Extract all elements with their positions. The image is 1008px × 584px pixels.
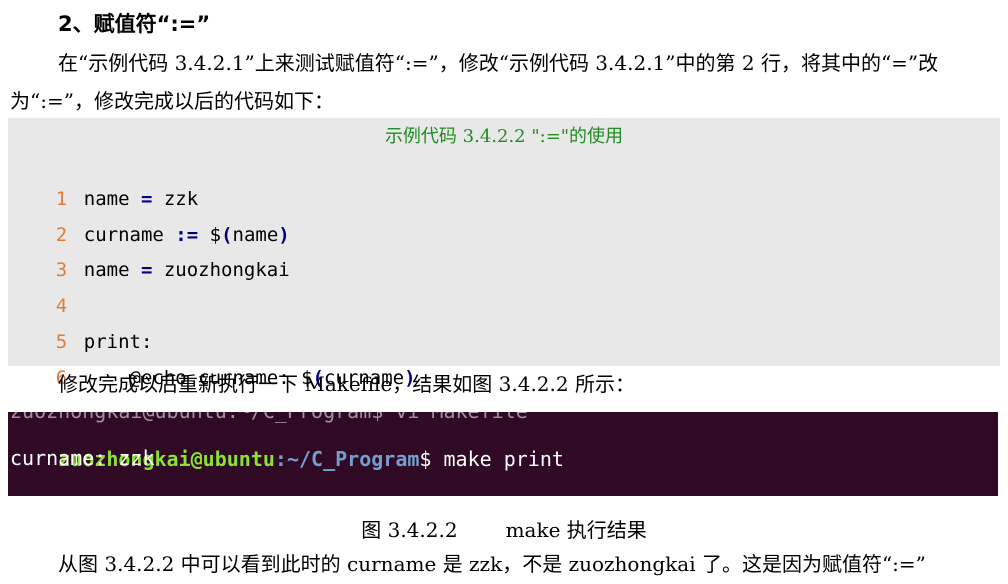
code-line: 3 name = zuozhongkai	[8, 225, 1000, 281]
intro-paragraph: 在“示例代码 3.4.2.1”上来测试赋值符“:=”，修改“示例代码 3.4.2…	[10, 51, 939, 113]
code-example: 示例代码 3.4.2.2 ":="的使用 1 name = zzk 2 curnam…	[8, 118, 1000, 389]
code-line: 2 curname := $(name)	[8, 190, 1000, 246]
terminal-prompt-line: zuozhongkai@ubuntu:~/C_Program$	[10, 470, 456, 496]
terminal-prompt-symbol: $	[419, 447, 432, 471]
terminal-path: :~/C_Program	[274, 447, 420, 471]
code-line: 4	[8, 261, 1000, 317]
terminal-screenshot: zuozhongkai@ubuntu:~/C_Program$ vi Makef…	[8, 412, 998, 496]
terminal-prompt-line: zuozhongkai@ubuntu:~/C_Program$ make pri…	[10, 420, 564, 471]
code-title: 示例代码 3.4.2.2 ":="的使用	[384, 126, 624, 147]
result-paragraph: 修改完成以后重新执行一下 Makefile，结果如图 3.4.2.2 所示：	[58, 372, 635, 396]
code-line: 1 name = zzk	[8, 154, 1000, 210]
code-line: 6 @echo curname: $(curname)	[8, 333, 1000, 389]
section-heading: 2、赋值符“:=”	[58, 12, 211, 36]
terminal-output: curname: zzk	[10, 446, 155, 470]
code-line: 5 print:	[8, 297, 1000, 353]
terminal-command: make print	[431, 447, 564, 471]
caption-label: 图 3.4.2.2	[361, 518, 458, 542]
figure-caption: 图 3.4.2.2 make 执行结果	[0, 514, 1008, 543]
caption-text: make 执行结果	[505, 518, 647, 542]
explanation-paragraph: 从图 3.4.2.2 中可以看到此时的 curname 是 zzk，不是 zuo…	[58, 552, 926, 576]
